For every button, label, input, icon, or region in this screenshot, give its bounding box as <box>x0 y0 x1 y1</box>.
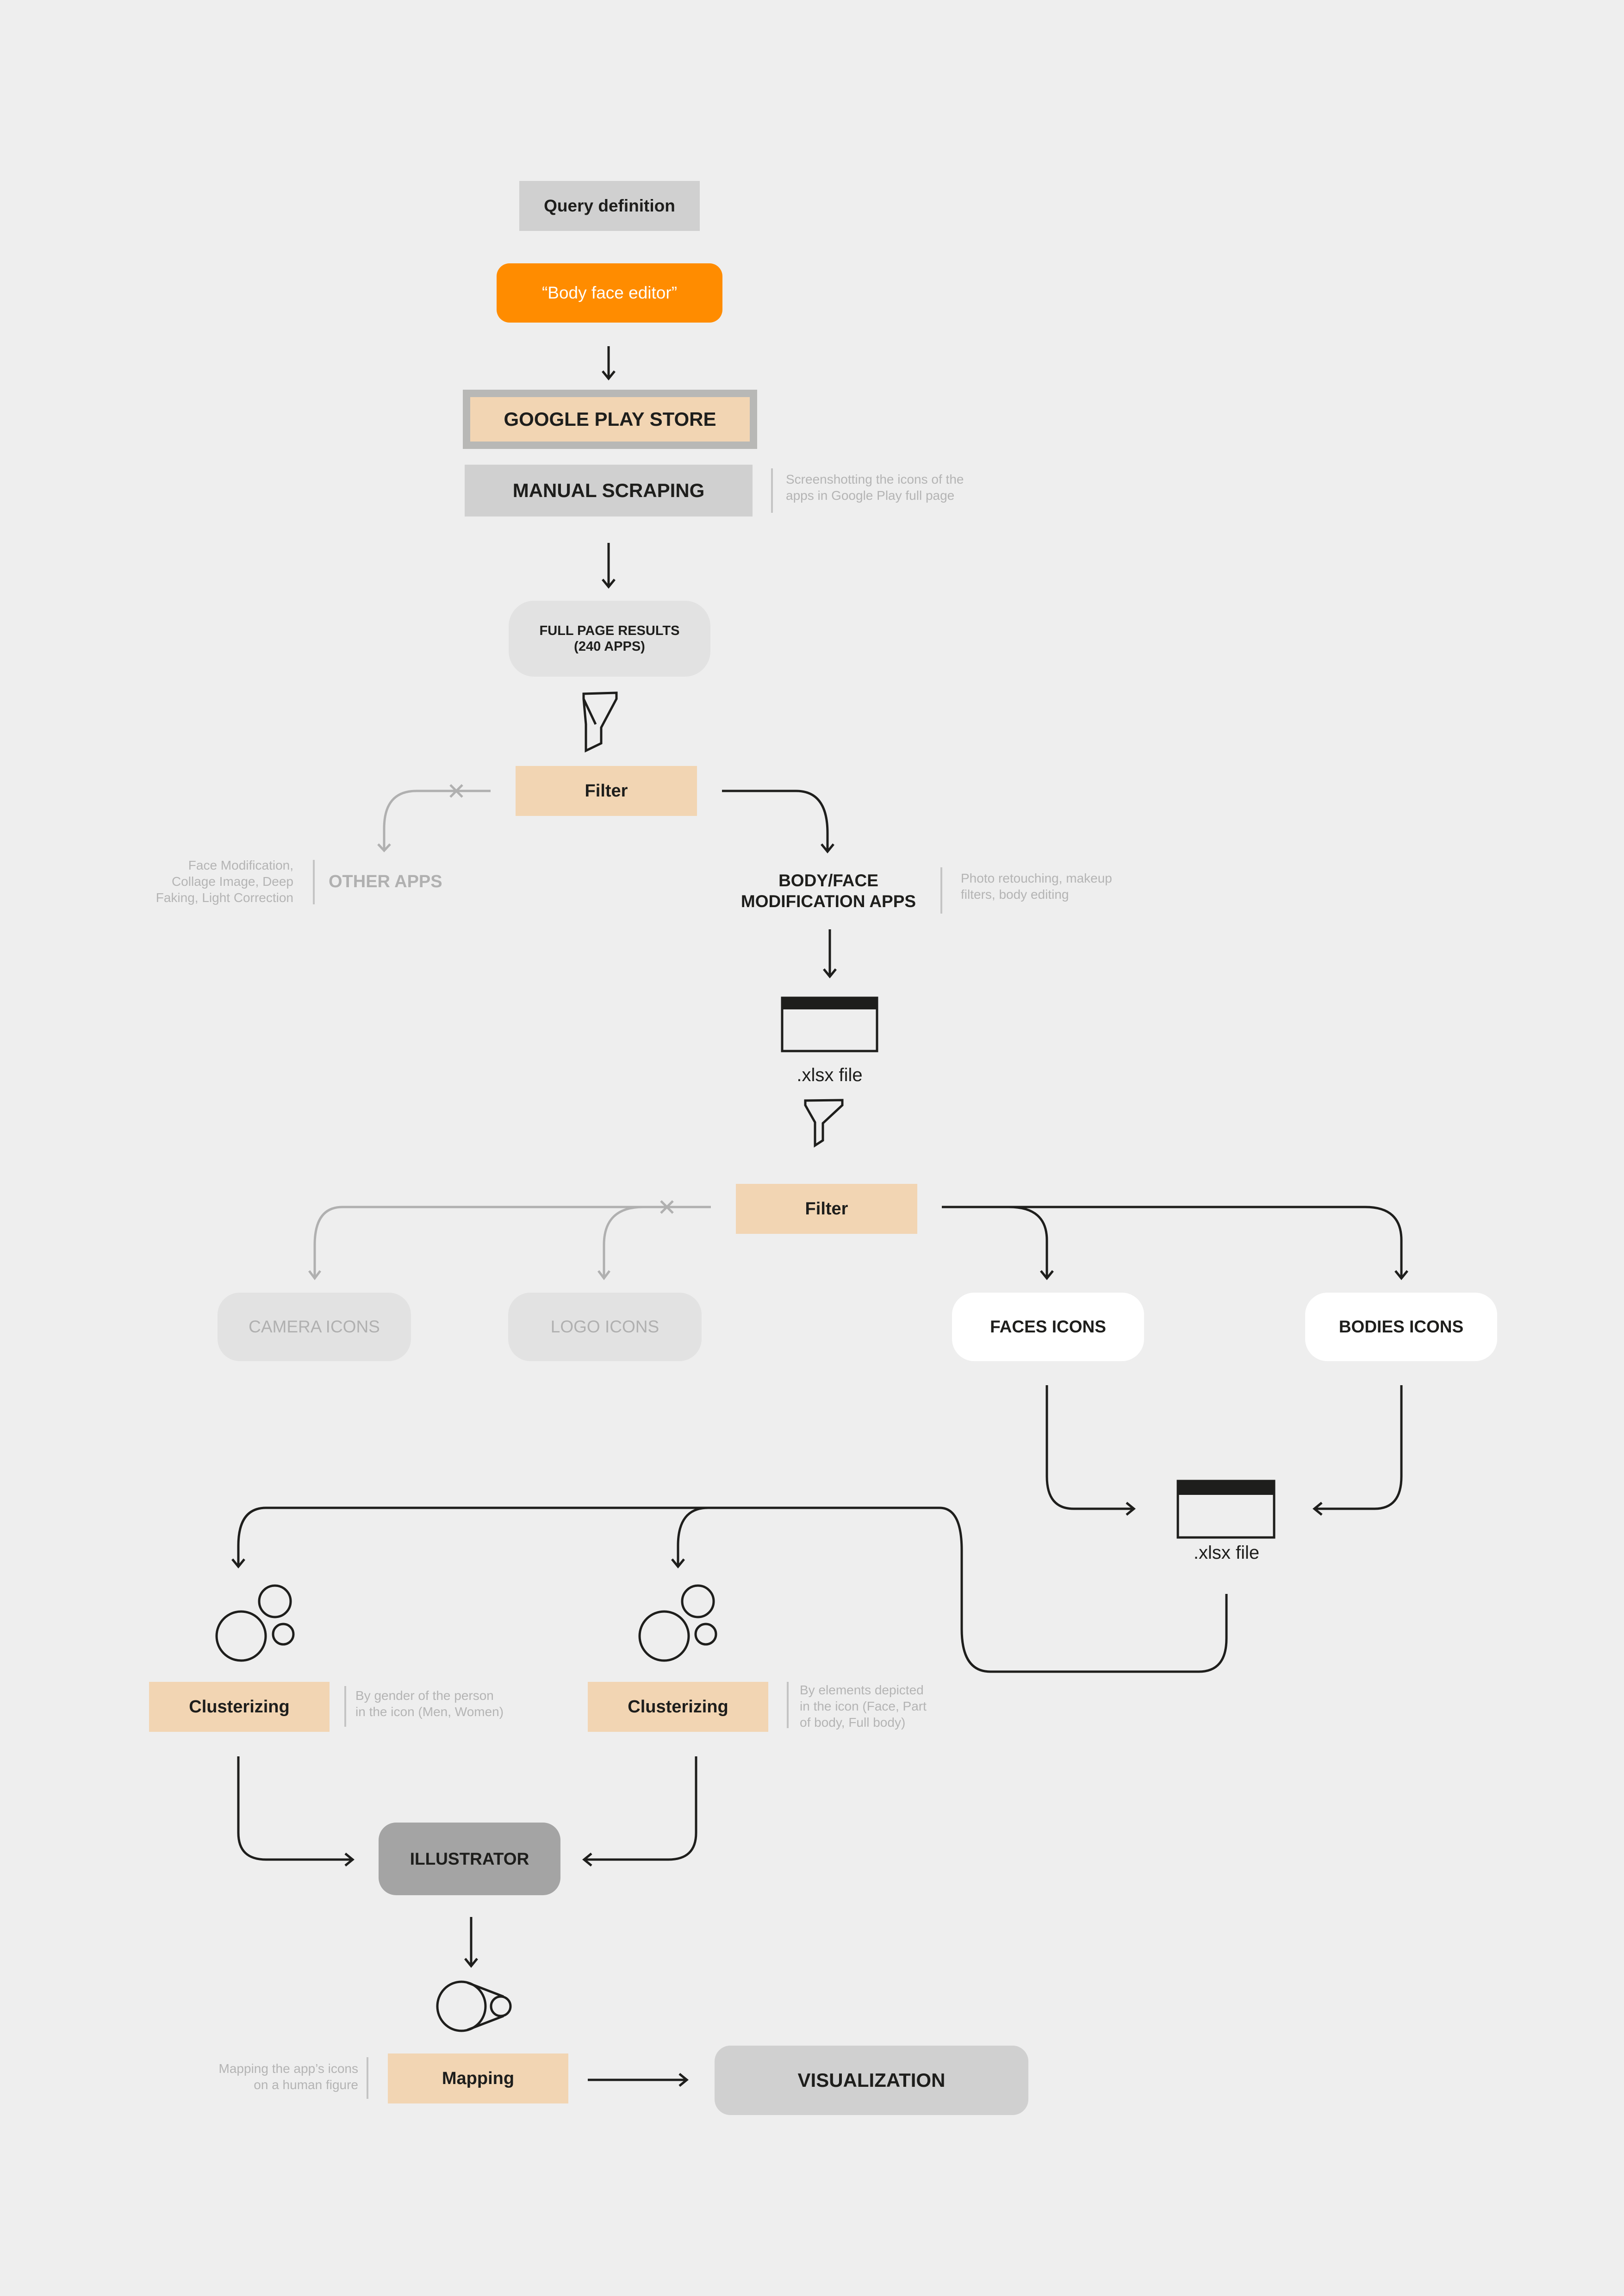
note-line: Collage Image, Deep <box>171 874 293 889</box>
spreadsheet-icon <box>781 996 878 1052</box>
divider <box>367 2057 368 2099</box>
clusterizing-gender-note: By gender of the person in the icon (Men… <box>355 1687 504 1720</box>
arrow-filter-to-faces <box>942 1206 1054 1280</box>
other-apps-label: OTHER APPS <box>329 871 442 891</box>
visualization-box: VISUALIZATION <box>715 2046 1028 2115</box>
arrow-filter-to-camera <box>308 1206 711 1281</box>
note-line: in the icon (Men, Women) <box>355 1705 504 1719</box>
clusterizing-gender-box: Clusterizing <box>149 1682 330 1732</box>
arrow-query-to-store <box>602 346 616 380</box>
arrow-bodyface-to-xlsx <box>823 929 837 978</box>
xlsx-file-label: .xlsx file <box>1193 1542 1260 1563</box>
note-line: apps in Google Play full page <box>786 488 955 503</box>
mapping-box: Mapping <box>388 2053 568 2103</box>
arrow-xlsx-to-clusterizing <box>231 1506 1228 1673</box>
divider <box>940 867 942 914</box>
connectors-layer <box>215 346 1408 2087</box>
arrow-scraping-to-results <box>602 543 616 589</box>
arrow-filter-to-bodyface <box>722 790 834 853</box>
full-page-results-box: FULL PAGE RESULTS (240 APPS) <box>509 601 710 677</box>
camera-icons-box: CAMERA ICONS <box>218 1293 411 1361</box>
query-definition-label: Query definition <box>519 181 700 231</box>
divider <box>344 1686 346 1727</box>
faces-icons-box: FACES ICONS <box>952 1293 1144 1361</box>
note-line: of body, Full body) <box>800 1715 906 1730</box>
funnel-icon <box>582 691 618 753</box>
divider <box>787 1682 789 1728</box>
manual-scraping-note: Screenshotting the icons of the apps in … <box>786 471 964 504</box>
logo-icons-box: LOGO ICONS <box>508 1293 702 1361</box>
arrow-filter-to-logo <box>597 1200 674 1281</box>
arrow-mapping-to-visualization <box>588 2073 689 2087</box>
google-play-store-box: GOOGLE PLAY STORE <box>463 390 757 449</box>
note-line: By elements depicted <box>800 1683 924 1697</box>
clusterizing-elements-box: Clusterizing <box>588 1682 768 1732</box>
query-term-pill: “Body face editor” <box>497 263 722 323</box>
arrow-cluster1-to-illustrator <box>237 1756 355 1867</box>
cluster-icon <box>215 1584 295 1662</box>
funnel-icon <box>804 1099 844 1148</box>
manual-scraping-box: MANUAL SCRAPING <box>465 465 753 516</box>
note-line: Faking, Light Correction <box>156 890 293 905</box>
filter-box: Filter <box>516 766 697 816</box>
note-line: By gender of the person <box>355 1688 494 1703</box>
xlsx-file-label: .xlsx file <box>796 1064 863 1085</box>
bodies-icons-box: BODIES ICONS <box>1305 1293 1497 1361</box>
illustrator-box: ILLUSTRATOR <box>379 1823 560 1895</box>
mapping-cone-icon <box>436 1980 512 2032</box>
note-line: in the icon (Face, Part <box>800 1699 927 1713</box>
note-line: Face Modification, <box>188 858 293 872</box>
cluster-icon <box>638 1584 717 1662</box>
arrow-filter-to-bodies <box>1009 1206 1408 1280</box>
body-face-apps-label: BODY/FACE MODIFICATION APPS <box>731 865 926 916</box>
note-line: on a human figure <box>254 2078 358 2092</box>
note-line: Screenshotting the icons of the <box>786 472 964 486</box>
results-line: FULL PAGE RESULTS <box>539 623 680 638</box>
divider <box>313 860 315 904</box>
body-face-apps-note: Photo retouching, makeup filters, body e… <box>961 870 1112 902</box>
arrow-bodies-to-xlsx <box>1313 1385 1403 1516</box>
clusterizing-elements-note: By elements depicted in the icon (Face, … <box>800 1682 927 1730</box>
arrow-filter-to-other-apps <box>377 784 491 852</box>
note-line: Photo retouching, makeup <box>961 871 1112 885</box>
mapping-note: Mapping the app’s icons on a human figur… <box>176 2060 358 2093</box>
divider <box>771 468 773 513</box>
results-line: (240 APPS) <box>574 639 645 654</box>
arrow-cluster2-to-illustrator <box>582 1756 697 1867</box>
label-line: MODIFICATION APPS <box>740 892 916 911</box>
spreadsheet-icon <box>1176 1480 1276 1539</box>
note-line: Mapping the app’s icons <box>218 2061 358 2076</box>
arrow-illustrator-to-mapping <box>464 1917 478 1968</box>
filter-box: Filter <box>736 1184 917 1234</box>
label-line: BODY/FACE <box>778 871 878 890</box>
other-apps-note: Face Modification, Collage Image, Deep F… <box>128 857 293 906</box>
note-line: filters, body editing <box>961 887 1069 902</box>
arrow-faces-to-xlsx <box>1045 1385 1136 1516</box>
